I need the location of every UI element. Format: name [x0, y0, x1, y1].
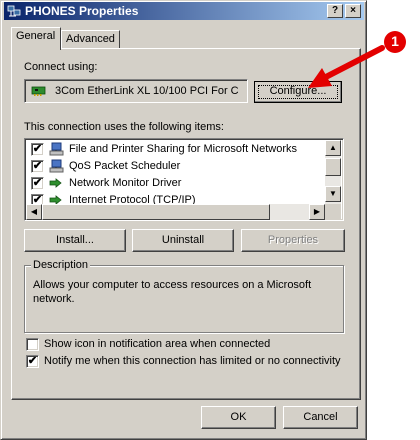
- notify-checkbox[interactable]: ✔: [26, 355, 39, 368]
- vertical-scrollbar[interactable]: ▲ ▼: [325, 140, 341, 204]
- scroll-left-arrow-icon[interactable]: ◀: [26, 204, 42, 220]
- scroll-corner: [325, 204, 341, 220]
- item-checkbox[interactable]: ✔: [31, 177, 44, 190]
- components-list[interactable]: ✔ File and Printer Sharing for Microsoft…: [24, 138, 344, 221]
- ok-button[interactable]: OK: [201, 406, 276, 429]
- description-group: Description Allows your computer to acce…: [24, 259, 344, 333]
- properties-button[interactable]: Properties: [241, 229, 345, 252]
- protocol-icon: [49, 178, 62, 188]
- annotation-number: 1: [391, 33, 399, 49]
- items-label: This connection uses the following items…: [24, 121, 224, 133]
- general-panel: Connect using: 3Com EtherLink XL 10/100 …: [11, 48, 361, 400]
- item-checkbox[interactable]: ✔: [31, 143, 44, 156]
- description-text: Allows your computer to access resources…: [33, 279, 312, 305]
- show-icon-checkbox[interactable]: [26, 338, 39, 351]
- network-adapter-icon: [31, 86, 46, 96]
- network-connection-icon: [7, 5, 21, 17]
- tab-general-label: General: [16, 30, 56, 42]
- help-button[interactable]: ?: [327, 4, 343, 18]
- item-checkbox[interactable]: ✔: [31, 160, 44, 173]
- tab-advanced[interactable]: Advanced: [61, 30, 120, 49]
- horizontal-scrollbar[interactable]: ◀ ▶: [26, 204, 325, 220]
- network-service-icon: [49, 159, 64, 173]
- description-label: Description: [31, 259, 91, 271]
- item-label: Network Monitor Driver: [69, 177, 182, 189]
- scroll-right-arrow-icon[interactable]: ▶: [309, 204, 325, 220]
- notify-label: Notify me when this connection has limit…: [44, 355, 341, 367]
- uninstall-button[interactable]: Uninstall: [132, 229, 234, 252]
- notify-option[interactable]: ✔ Notify me when this connection has lim…: [26, 354, 346, 370]
- tab-advanced-label: Advanced: [66, 33, 115, 45]
- scroll-thumb[interactable]: [42, 204, 270, 220]
- scroll-up-arrow-icon[interactable]: ▲: [325, 140, 341, 156]
- show-icon-option[interactable]: Show icon in notification area when conn…: [26, 337, 346, 353]
- show-icon-label: Show icon in notification area when conn…: [44, 338, 271, 350]
- adapter-field: 3Com EtherLink XL 10/100 PCI For C: [24, 79, 248, 103]
- list-item[interactable]: ✔ QoS Packet Scheduler: [29, 158, 329, 175]
- item-label: File and Printer Sharing for Microsoft N…: [69, 143, 298, 155]
- network-service-icon: [49, 142, 64, 156]
- adapter-name: 3Com EtherLink XL 10/100 PCI For C: [55, 85, 239, 97]
- item-label: QoS Packet Scheduler: [69, 160, 181, 172]
- list-item[interactable]: ✔ Network Monitor Driver: [29, 175, 329, 192]
- close-button[interactable]: ×: [345, 4, 361, 18]
- install-button[interactable]: Install...: [24, 229, 126, 252]
- list-item[interactable]: ✔ File and Printer Sharing for Microsoft…: [29, 141, 329, 158]
- title-bar[interactable]: PHONES Properties ? ×: [4, 2, 364, 20]
- scroll-down-arrow-icon[interactable]: ▼: [325, 186, 341, 202]
- window-title: PHONES Properties: [25, 4, 139, 18]
- scroll-thumb[interactable]: [325, 158, 341, 176]
- connect-using-label: Connect using:: [24, 61, 98, 73]
- cancel-button[interactable]: Cancel: [283, 406, 358, 429]
- tab-general[interactable]: General: [11, 27, 61, 50]
